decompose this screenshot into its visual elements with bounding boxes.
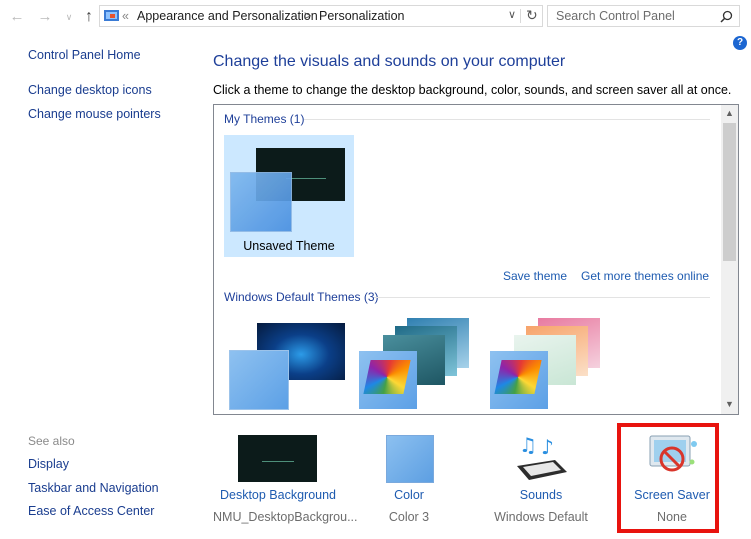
arrow-right-icon[interactable]: → <box>36 8 54 26</box>
breadcrumb-separator: > <box>304 9 312 23</box>
desktop-background-thumbnail <box>238 435 317 482</box>
theme-color-swatch <box>229 350 289 410</box>
svg-text:♫: ♫ <box>519 433 537 457</box>
sounds-value: Windows Default <box>494 510 588 524</box>
save-theme-link[interactable]: Save theme <box>503 269 567 283</box>
address-bar[interactable]: « Appearance and Personalization > Perso… <box>99 5 543 27</box>
theme-list-scrollbar[interactable]: ▲ ▼ <box>721 105 738 414</box>
windows-10-theme-tile[interactable] <box>359 318 477 411</box>
chevron-down-icon[interactable]: ∨ <box>60 8 78 26</box>
ease-of-access-link[interactable]: Ease of Access Center <box>28 504 154 518</box>
help-icon[interactable]: ? <box>733 36 747 50</box>
see-also-heading: See also <box>28 434 75 448</box>
unsaved-theme-tile[interactable]: Unsaved Theme <box>224 135 354 257</box>
palette-icon <box>363 360 411 394</box>
search-box[interactable]: Search Control Panel <box>547 5 740 27</box>
color-swatch <box>386 435 434 483</box>
arrow-up-icon[interactable]: ↑ <box>80 8 98 26</box>
color-value: Color 3 <box>388 510 430 524</box>
breadcrumb-appearance[interactable]: Appearance and Personalization <box>137 9 318 23</box>
control-panel-home-link[interactable]: Control Panel Home <box>28 48 141 62</box>
unsaved-theme-label: Unsaved Theme <box>243 239 335 253</box>
arrow-left-icon[interactable]: ← <box>8 8 26 26</box>
chevron-down-icon[interactable]: ▼ <box>725 399 734 409</box>
change-mouse-pointers-link[interactable]: Change mouse pointers <box>28 107 161 121</box>
divider <box>304 119 710 120</box>
color-label[interactable]: Color <box>359 488 459 502</box>
chevron-down-icon[interactable]: ∨ <box>508 8 516 21</box>
sounds-icon: ♫ ♪ <box>517 433 567 480</box>
control-panel-icon <box>104 10 119 21</box>
breadcrumb-overflow[interactable]: « <box>122 9 129 23</box>
desktop-background-label[interactable]: Desktop Background <box>213 488 343 502</box>
search-input[interactable]: Search Control Panel <box>556 9 675 23</box>
change-desktop-icons-link[interactable]: Change desktop icons <box>28 83 152 97</box>
divider <box>374 297 710 298</box>
scrollbar-thumb[interactable] <box>723 123 736 261</box>
default-themes-header: Windows Default Themes (3) <box>224 290 379 304</box>
palette-icon <box>494 360 542 394</box>
sounds-item[interactable]: ♫ ♪ Sounds Windows Default <box>491 430 591 530</box>
flowers-theme-tile[interactable] <box>490 318 608 411</box>
taskbar-navigation-link[interactable]: Taskbar and Navigation <box>28 481 159 495</box>
address-toolbar: ← → ∨ ↑ « Appearance and Personalization… <box>0 0 751 34</box>
search-icon[interactable] <box>720 10 733 23</box>
refresh-icon[interactable]: ↻ <box>526 7 538 24</box>
color-item[interactable]: Color Color 3 <box>359 430 459 530</box>
theme-color-swatch <box>230 172 292 232</box>
desktop-background-value: NMU_DesktopBackgrou... <box>213 510 358 524</box>
windows-theme-tile[interactable] <box>229 323 347 411</box>
chevron-up-icon[interactable]: ▲ <box>725 108 734 118</box>
theme-list[interactable]: My Themes (1) Unsaved Theme Save theme G… <box>213 104 739 415</box>
get-more-themes-link[interactable]: Get more themes online <box>581 269 709 283</box>
svg-text:♪: ♪ <box>541 435 554 459</box>
desktop-background-item[interactable]: Desktop Background NMU_DesktopBackgrou..… <box>213 430 358 530</box>
sounds-label[interactable]: Sounds <box>491 488 591 502</box>
display-link[interactable]: Display <box>28 457 69 471</box>
highlight-box <box>617 423 719 533</box>
page-subtitle: Click a theme to change the desktop back… <box>213 83 732 97</box>
my-themes-header: My Themes (1) <box>224 112 305 126</box>
divider <box>520 9 521 23</box>
page-title: Change the visuals and sounds on your co… <box>213 53 566 70</box>
breadcrumb-personalization[interactable]: Personalization <box>319 9 404 23</box>
